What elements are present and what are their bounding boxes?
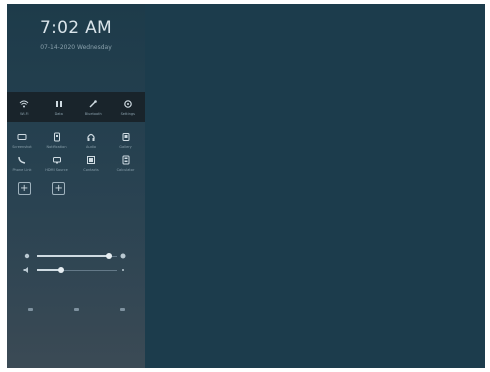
volume-handle[interactable] (58, 267, 64, 273)
quick-tile-data[interactable]: Data (44, 99, 74, 116)
add-shortcut-button[interactable]: + (17, 182, 31, 195)
control-panel: 7:02 AM 07-14-2020 Wednesday Wi-Fi Data (7, 4, 145, 368)
hdmi-icon (52, 157, 61, 164)
tablet-screen: 7:02 AM 07-14-2020 Wednesday Wi-Fi Data (7, 4, 485, 368)
gallery-icon (122, 133, 129, 141)
volume-high-icon (122, 269, 124, 271)
brightness-slider[interactable] (23, 252, 127, 260)
settings-icon (123, 99, 132, 108)
brightness-handle[interactable] (106, 253, 112, 259)
contacts-icon (87, 156, 95, 164)
tile-calculator[interactable]: Calculator (111, 155, 141, 172)
clock-time: 7:02 AM (40, 18, 112, 38)
tile-label: HDMI Source (45, 168, 68, 172)
shortcut-grid: Screenshot Notification Audio Gallery Ph… (7, 132, 145, 172)
mobile-data-icon (55, 100, 62, 107)
quick-tile-settings[interactable]: Settings (113, 99, 143, 116)
tile-label: Audio (86, 145, 96, 149)
tile-label: Gallery (119, 145, 132, 149)
brightness-low-icon (24, 253, 30, 259)
brightness-high-icon (120, 253, 126, 259)
tile-label: Screenshot (12, 145, 32, 149)
phone-icon (18, 156, 26, 164)
tile-phone-link[interactable]: Phone Link (7, 155, 37, 172)
tile-label: Contacts (83, 168, 99, 172)
tile-label: Notification (46, 145, 67, 149)
quick-tile-wifi[interactable]: Wi-Fi (9, 99, 39, 116)
add-shortcut-row: + + (7, 182, 145, 195)
volume-icon (23, 267, 28, 273)
tile-contacts[interactable]: Contacts (76, 155, 106, 172)
indicator-dot[interactable] (27, 308, 33, 311)
tile-label: Phone Link (12, 168, 32, 172)
indicator-dot[interactable] (119, 308, 125, 311)
quick-tile-label: Bluetooth (84, 111, 102, 116)
tile-label: Calculator (116, 168, 135, 172)
calculator-icon (122, 155, 129, 165)
quick-tile-label: Data (54, 111, 63, 116)
tile-hdmi-source[interactable]: HDMI Source (42, 155, 72, 172)
brightness-fill (37, 255, 109, 257)
indicator-dot[interactable] (73, 308, 79, 311)
tile-gallery[interactable]: Gallery (111, 132, 141, 149)
bottom-indicator-row (7, 308, 145, 311)
quick-tile-bluetooth[interactable]: Bluetooth (78, 99, 108, 116)
screenshot-icon (17, 134, 27, 140)
headphones-icon (87, 133, 95, 141)
wifi-icon (19, 100, 29, 107)
notification-icon (53, 132, 60, 142)
tile-audio[interactable]: Audio (76, 132, 106, 149)
clock-date: 07-14-2020 Wednesday (40, 44, 112, 51)
tile-notification[interactable]: Notification (42, 132, 72, 149)
quick-tile-label: Settings (120, 111, 135, 116)
tile-screenshot[interactable]: Screenshot (7, 132, 37, 149)
volume-slider[interactable] (23, 266, 127, 274)
quick-tile-label: Wi-Fi (20, 111, 29, 116)
bluetooth-icon (89, 99, 98, 107)
quick-settings-bar: Wi-Fi Data Bluetooth Settings (7, 92, 145, 122)
add-shortcut-button[interactable]: + (52, 182, 66, 195)
